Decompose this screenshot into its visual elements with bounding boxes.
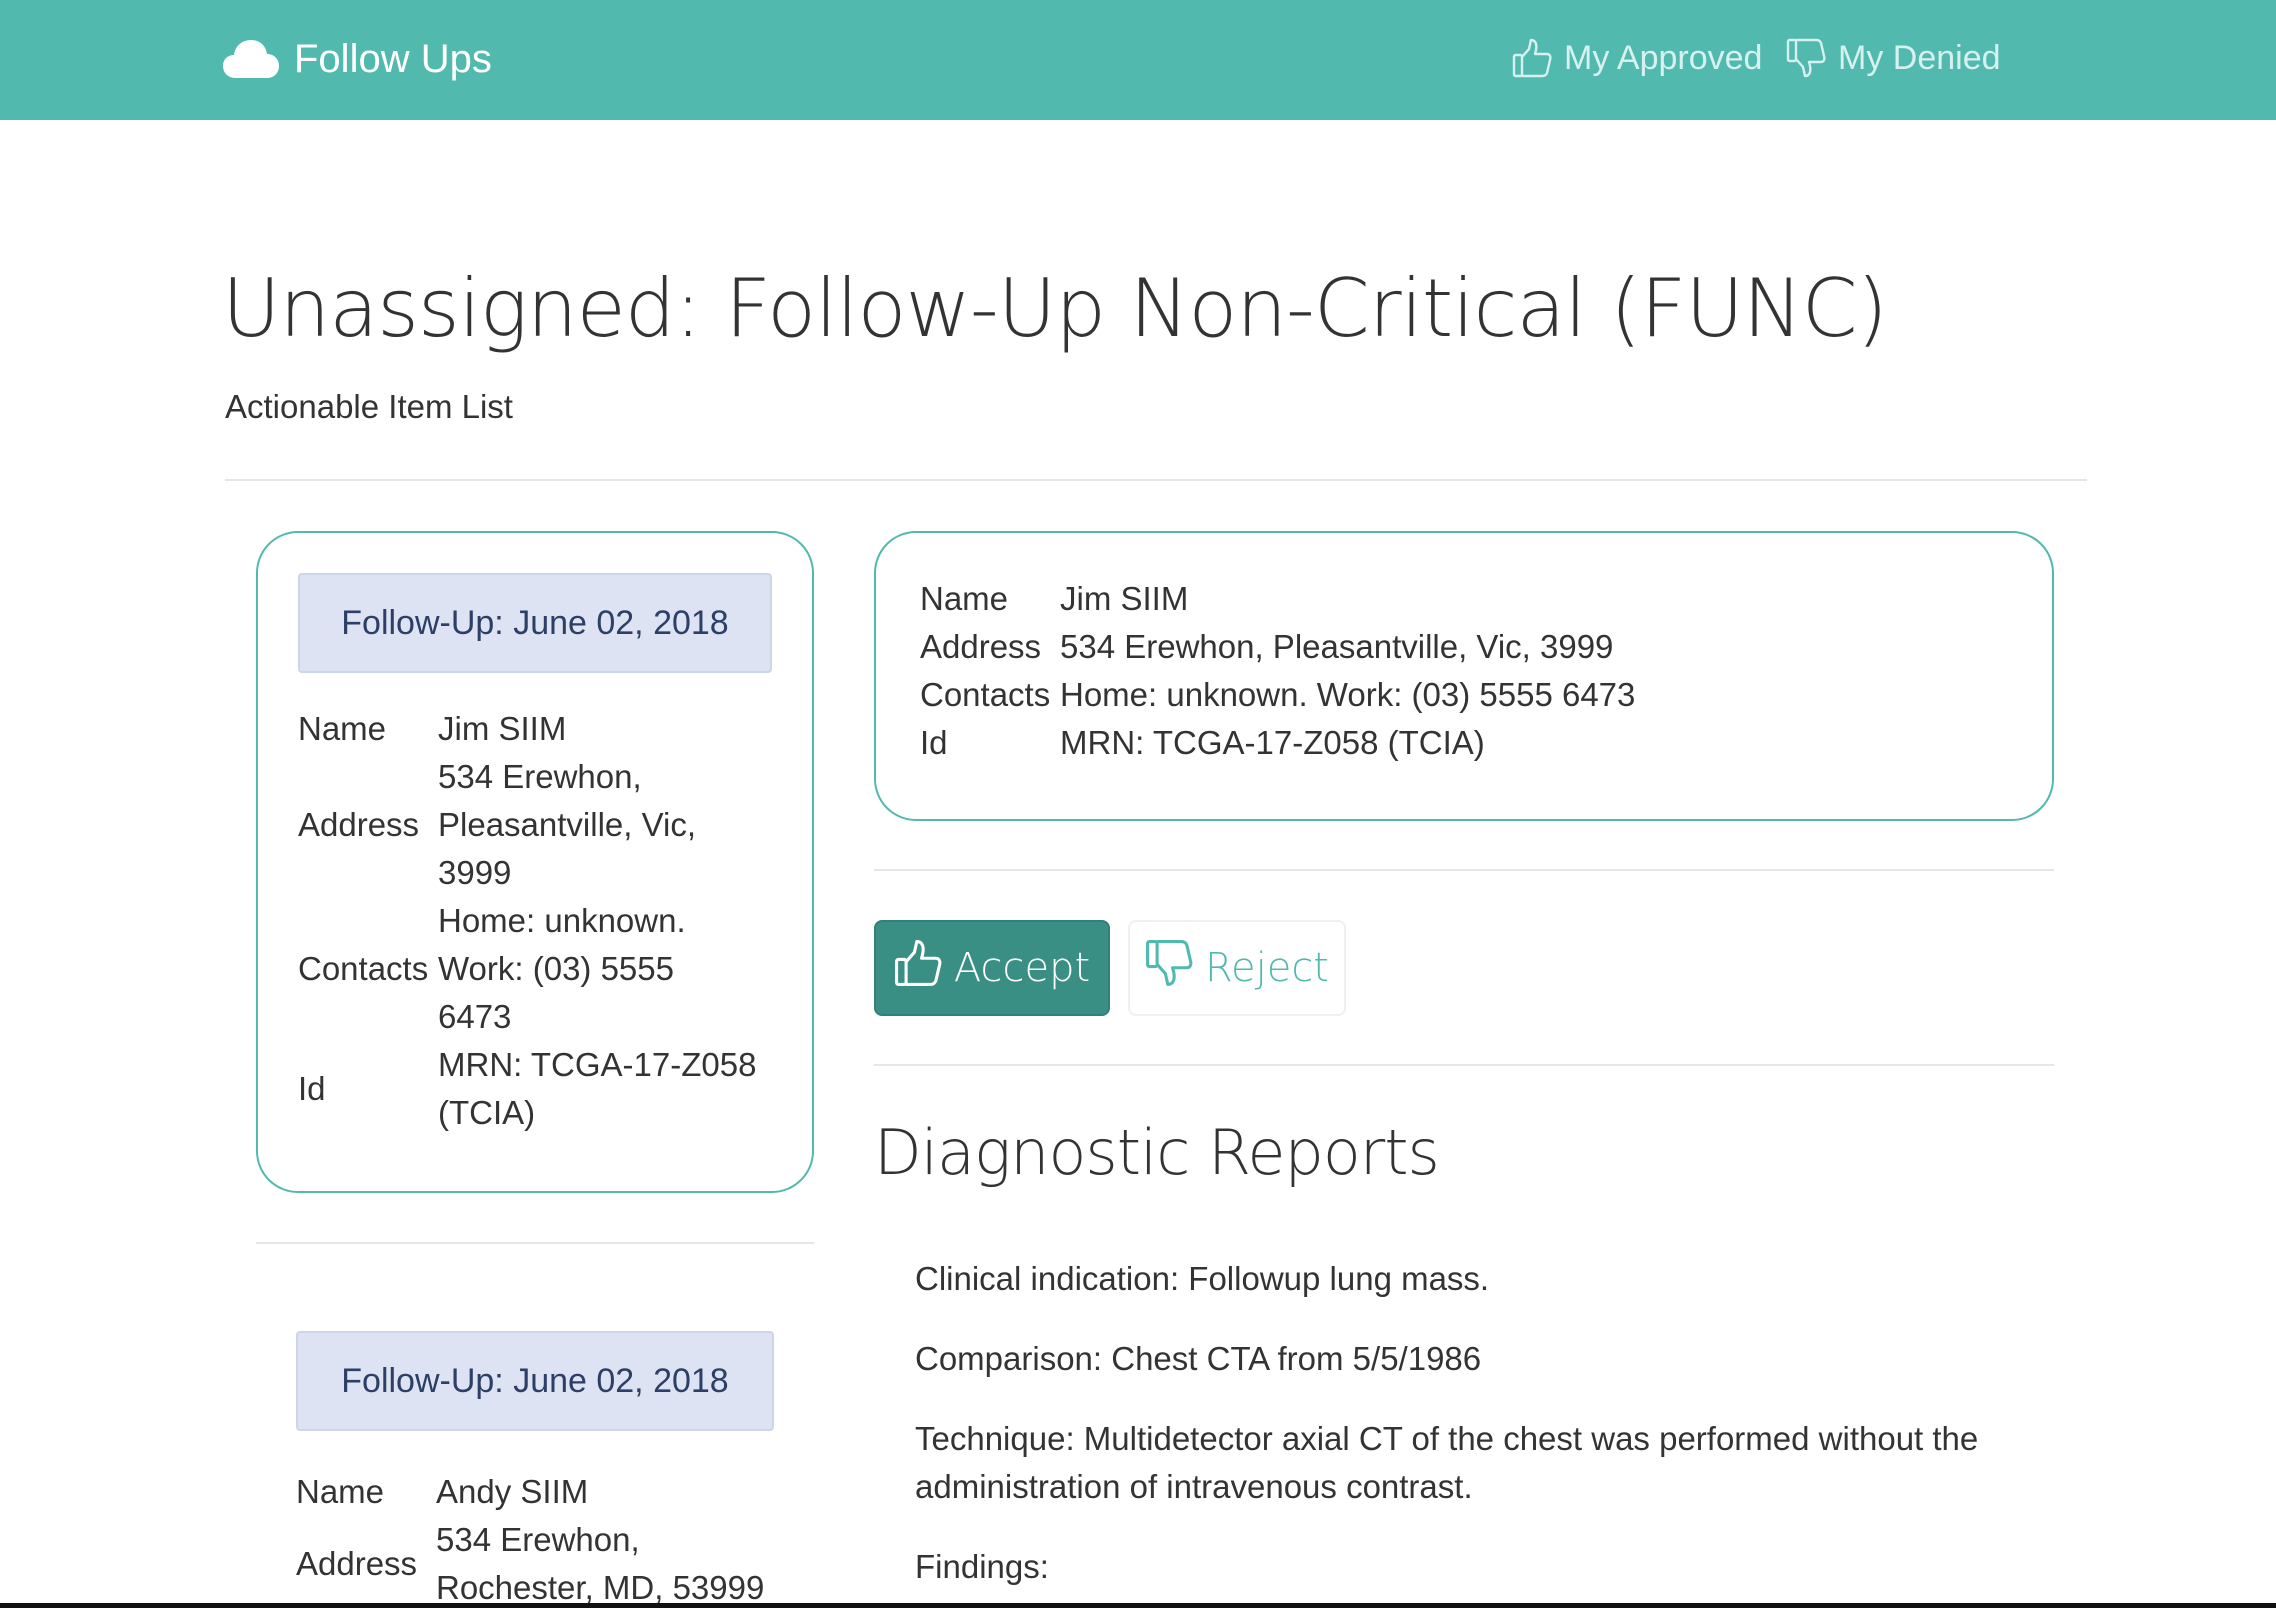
address-line: 534 Erewhon, [436, 1521, 640, 1558]
id-value: MRN: TCGA-17-Z058 (TCIA) [438, 1041, 778, 1137]
detail-divider [874, 869, 2054, 871]
reject-label: Reject [1204, 945, 1329, 991]
address-label: Address [296, 1545, 418, 1582]
contacts-row: Contacts Home: unknown. Work: (03) 5555 … [920, 671, 1635, 719]
address-row: Address 534 Erewhon, Rochester, MD, 5399… [296, 1516, 776, 1612]
name-row: Name Andy SIIM [296, 1468, 776, 1516]
followup-card[interactable]: Follow-Up: June 02, 2018 Name Jim SIIM A… [256, 531, 814, 1193]
address-line: 3999 [438, 854, 512, 891]
nav-my-approved[interactable]: My Approved [1512, 30, 1762, 86]
contacts-line: Home: unknown. [438, 902, 686, 939]
page-title: Unassigned: Follow-Up Non-Critical (FUNC… [222, 262, 1888, 355]
last-name: SIIM [1120, 580, 1189, 617]
address-row: Address 534 Erewhon, Pleasantville, Vic,… [920, 623, 1635, 671]
first-name: Jim [438, 710, 490, 747]
actions-divider [874, 1064, 2054, 1066]
accept-label: Accept [953, 945, 1091, 991]
contacts-value: Home: unknown. Work: (03) 5555 6473 [438, 897, 778, 1041]
list-divider [256, 1242, 814, 1244]
reject-button[interactable]: Reject [1128, 920, 1346, 1016]
thumbs-down-icon [1786, 37, 1826, 79]
id-value: MRN: TCGA-17-Z058 (TCIA) [1060, 724, 1485, 761]
followup-date-header[interactable]: Follow-Up: June 02, 2018 [298, 573, 772, 673]
name-label: Name [920, 580, 1009, 617]
thumbs-up-icon [894, 938, 942, 998]
patient-detail-card: Name Jim SIIM Address 534 Erewhon, Pleas… [874, 531, 2054, 821]
name-label: Name [296, 1473, 385, 1510]
thumbs-down-icon [1145, 938, 1193, 998]
last-name: SIIM [498, 710, 567, 747]
address-label: Address [920, 628, 1042, 665]
address-value: 534 Erewhon, Pleasantville, Vic, 3999 [1060, 628, 1614, 665]
id-row: Id MRN: TCGA-17-Z058 (TCIA) [920, 719, 1635, 767]
name-value: Andy SIIM [436, 1473, 589, 1510]
name-value: Jim SIIM [438, 705, 778, 753]
address-label: Address [298, 806, 420, 843]
name-row: Name Jim SIIM [920, 575, 1635, 623]
window-bottom-edge [0, 1603, 2276, 1608]
contacts-label: Contacts [920, 676, 1051, 713]
contacts-line: Work: (03) 5555 [438, 950, 674, 987]
nav-my-denied-label: My Denied [1838, 38, 2001, 77]
id-line: (TCIA) [438, 1094, 536, 1131]
page-subtitle: Actionable Item List [225, 388, 513, 425]
contacts-label: Contacts [298, 950, 429, 987]
address-line: Pleasantville, Vic, [438, 806, 697, 843]
name-label: Name [298, 710, 387, 747]
brand-link[interactable]: Follow Ups [222, 29, 492, 89]
nav-my-denied[interactable]: My Denied [1786, 30, 2001, 86]
id-label: Id [920, 724, 948, 761]
id-line: MRN: TCGA-17-Z058 [438, 1046, 757, 1083]
nav-my-approved-label: My Approved [1564, 38, 1763, 77]
report-paragraph: Findings: [915, 1548, 1049, 1585]
name-row: Name Jim SIIM [298, 705, 778, 753]
contacts-value: Home: unknown. Work: (03) 5555 6473 [1060, 676, 1636, 713]
diagnostic-reports-title: Diagnostic Reports [874, 1116, 1440, 1189]
address-value: 534 Erewhon, Rochester, MD, 53999 [436, 1516, 776, 1612]
id-row: Id MRN: TCGA-17-Z058 (TCIA) [298, 1041, 778, 1137]
address-row: Address 534 Erewhon, Pleasantville, Vic,… [298, 753, 778, 897]
first-name: Jim [1060, 580, 1112, 617]
followup-date-header[interactable]: Follow-Up: June 02, 2018 [296, 1331, 774, 1431]
contacts-row: Contacts Home: unknown. Work: (03) 5555 … [298, 897, 778, 1041]
address-value: 534 Erewhon, Pleasantville, Vic, 3999 [438, 753, 778, 897]
brand-label: Follow Ups [294, 36, 492, 81]
report-paragraph: Comparison: Chest CTA from 5/5/1986 [915, 1340, 1482, 1377]
patient-detail-table: Name Jim SIIM Address 534 Erewhon, Pleas… [920, 575, 1635, 767]
cloud-icon [222, 38, 280, 80]
top-navbar: Follow Ups My Approved My Denied [0, 0, 2276, 120]
followup-patient-table: Name Andy SIIM Address 534 Erewhon, Roch… [296, 1468, 776, 1612]
accept-button[interactable]: Accept [874, 920, 1110, 1016]
address-line: 534 Erewhon, [438, 758, 642, 795]
report-paragraph: Clinical indication: Followup lung mass. [915, 1260, 1490, 1297]
report-paragraph: Technique: Multidetector axial CT of the… [915, 1420, 1979, 1505]
contacts-line: 6473 [438, 998, 512, 1035]
followup-patient-table: Name Jim SIIM Address 534 Erewhon, Pleas… [298, 705, 778, 1137]
id-label: Id [298, 1070, 326, 1107]
header-divider [225, 479, 2087, 481]
name-value: Jim SIIM [1060, 575, 1635, 623]
thumbs-up-icon [1512, 37, 1552, 79]
